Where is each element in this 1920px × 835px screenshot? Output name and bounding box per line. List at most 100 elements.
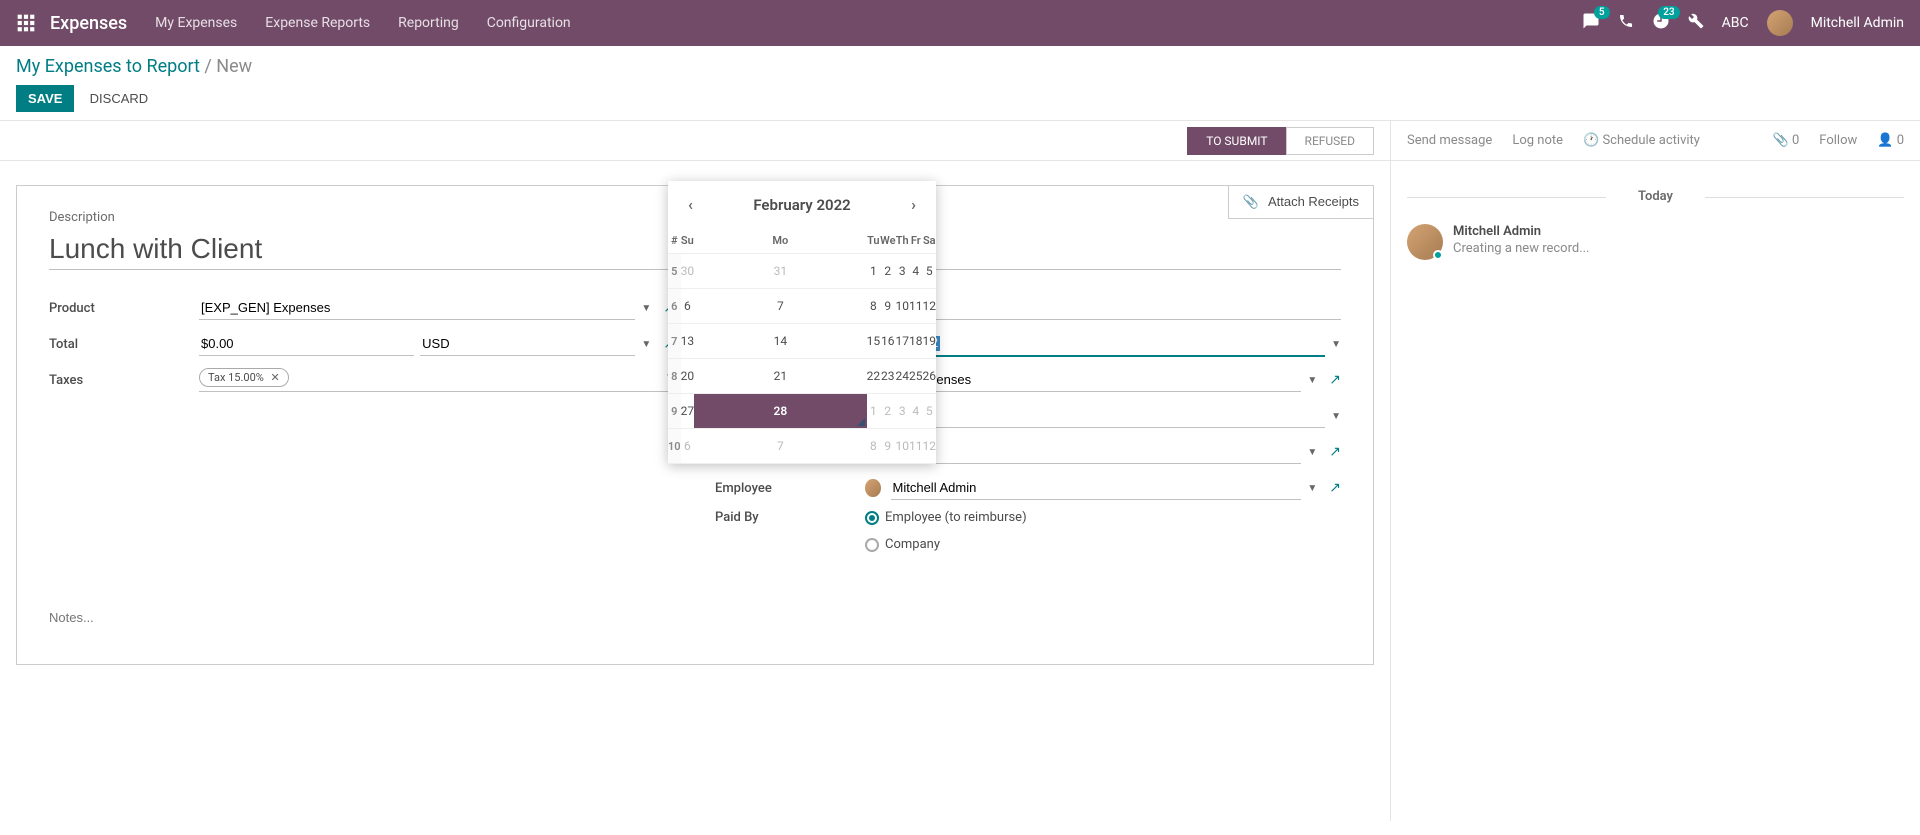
employee-input[interactable] (891, 476, 1302, 500)
datepicker-day[interactable]: 9 (880, 289, 895, 324)
datepicker-title[interactable]: February 2022 (753, 196, 850, 214)
datepicker-day[interactable]: 22 (867, 359, 881, 394)
user-avatar[interactable] (1767, 10, 1793, 36)
datepicker-day[interactable]: 25 (909, 359, 923, 394)
chatter-date-separator: Today (1407, 189, 1904, 204)
datepicker-day[interactable]: 19 (923, 324, 937, 359)
nav-reporting[interactable]: Reporting (398, 15, 459, 31)
datepicker-day[interactable]: 2 (880, 394, 895, 429)
datepicker-day[interactable]: 17 (896, 324, 910, 359)
apps-icon[interactable] (16, 13, 36, 33)
status-to-submit[interactable]: TO SUBMIT (1187, 127, 1286, 155)
currency-dropdown-icon[interactable]: ▼ (641, 339, 651, 350)
discard-button[interactable]: DISCARD (78, 85, 161, 112)
datepicker-day[interactable]: 4 (909, 394, 923, 429)
datepicker-day[interactable]: 16 (880, 324, 895, 359)
nav-configuration[interactable]: Configuration (487, 15, 571, 31)
datepicker-day[interactable]: 24 (896, 359, 910, 394)
datepicker-day[interactable]: 31 (694, 254, 867, 289)
datepicker-day[interactable]: 28 (694, 394, 867, 429)
chatter-message: Mitchell Admin Creating a new record... (1407, 224, 1904, 260)
bill-reference-input[interactable] (865, 296, 1341, 320)
datepicker-day[interactable]: 6 (681, 429, 695, 464)
datepicker-prev-icon[interactable]: ‹ (680, 191, 701, 218)
employee-dropdown-icon[interactable]: ▼ (1307, 483, 1317, 494)
datepicker-day[interactable]: 12 (923, 429, 937, 464)
person-icon: 👤 (1877, 133, 1893, 148)
account-external-link-icon[interactable]: ↗ (1329, 372, 1341, 388)
status-refused[interactable]: REFUSED (1286, 127, 1374, 155)
datepicker-day[interactable]: 23 (880, 359, 895, 394)
datepicker-day[interactable]: 2 (880, 254, 895, 289)
datepicker-day[interactable]: 11 (909, 289, 923, 324)
expense-date-dropdown-icon[interactable]: ▼ (1331, 339, 1341, 350)
datepicker-day[interactable]: 1 (867, 254, 881, 289)
total-input[interactable] (199, 332, 414, 356)
datepicker-dow: We (880, 228, 895, 254)
datepicker-day[interactable]: 5 (923, 254, 937, 289)
company-external-link-icon[interactable]: ↗ (1329, 444, 1341, 460)
datepicker-day[interactable]: 27 (681, 394, 695, 429)
datepicker-day[interactable]: 1 (867, 394, 881, 429)
datepicker-day[interactable]: 6 (681, 289, 695, 324)
datepicker-day[interactable]: 15 (867, 324, 881, 359)
product-input[interactable] (199, 296, 635, 320)
product-dropdown-icon[interactable]: ▼ (641, 303, 651, 314)
datepicker-day[interactable]: 21 (694, 359, 867, 394)
datepicker-day[interactable]: 14 (694, 324, 867, 359)
company-selector[interactable]: ABC (1722, 15, 1749, 31)
datepicker-day[interactable]: 4 (909, 254, 923, 289)
company-dropdown-icon[interactable]: ▼ (1307, 447, 1317, 458)
datepicker-day[interactable]: 30 (681, 254, 695, 289)
debug-icon[interactable] (1688, 13, 1704, 33)
datepicker-dow: Sa (923, 228, 937, 254)
activities-badge: 23 (1658, 6, 1679, 19)
datepicker-day[interactable]: 8 (867, 429, 881, 464)
datepicker-day[interactable]: 7 (694, 429, 867, 464)
nav-expense-reports[interactable]: Expense Reports (265, 15, 370, 31)
datepicker-day[interactable]: 8 (867, 289, 881, 324)
datepicker-week-number: 5 (668, 254, 681, 289)
log-note-link[interactable]: Log note (1512, 133, 1563, 148)
analytic-dropdown-icon[interactable]: ▼ (1331, 411, 1341, 422)
datepicker-day[interactable]: 12 (923, 289, 937, 324)
paidby-employee-radio[interactable]: Employee (to reimburse) (865, 510, 1027, 525)
breadcrumb-parent[interactable]: My Expenses to Report (16, 56, 200, 77)
attachments-count[interactable]: 📎 0 (1773, 133, 1800, 148)
notes-input[interactable] (49, 606, 1341, 629)
messages-icon[interactable]: 5 (1582, 12, 1600, 34)
datepicker-day[interactable]: 5 (923, 394, 937, 429)
follow-button[interactable]: Follow (1819, 133, 1857, 148)
datepicker-day[interactable]: 9 (880, 429, 895, 464)
message-author[interactable]: Mitchell Admin (1453, 224, 1590, 239)
datepicker-day[interactable]: 3 (896, 254, 910, 289)
nav-my-expenses[interactable]: My Expenses (155, 15, 237, 31)
send-message-link[interactable]: Send message (1407, 133, 1492, 148)
datepicker-day[interactable]: 26 (923, 359, 937, 394)
account-dropdown-icon[interactable]: ▼ (1307, 375, 1317, 386)
schedule-activity-link[interactable]: 🕐 Schedule activity (1583, 133, 1700, 148)
currency-input[interactable] (420, 332, 635, 356)
app-brand[interactable]: Expenses (50, 13, 127, 34)
followers-count[interactable]: 👤 0 (1877, 133, 1904, 148)
username[interactable]: Mitchell Admin (1811, 15, 1904, 31)
activities-icon[interactable]: 23 (1652, 12, 1670, 34)
datepicker-next-icon[interactable]: › (903, 191, 924, 218)
employee-external-link-icon[interactable]: ↗ (1329, 480, 1341, 496)
tax-tag-remove-icon[interactable]: ✕ (271, 371, 280, 384)
save-button[interactable]: SAVE (16, 85, 74, 112)
datepicker-dow: Fr (909, 228, 923, 254)
paidby-company-radio[interactable]: Company (865, 537, 940, 552)
datepicker-day[interactable]: 10 (896, 289, 910, 324)
attach-receipts-button[interactable]: 📎 Attach Receipts (1228, 185, 1374, 219)
datepicker-day[interactable]: 7 (694, 289, 867, 324)
datepicker-week-number: 10 (668, 429, 681, 464)
datepicker-day[interactable]: 18 (909, 324, 923, 359)
datepicker-day[interactable]: 11 (909, 429, 923, 464)
datepicker-day[interactable]: 20 (681, 359, 695, 394)
phone-icon[interactable] (1618, 13, 1634, 33)
datepicker-day[interactable]: 13 (681, 324, 695, 359)
datepicker-day[interactable]: 3 (896, 394, 910, 429)
datepicker-day[interactable]: 10 (896, 429, 910, 464)
tax-tag[interactable]: Tax 15.00% ✕ (199, 368, 289, 387)
